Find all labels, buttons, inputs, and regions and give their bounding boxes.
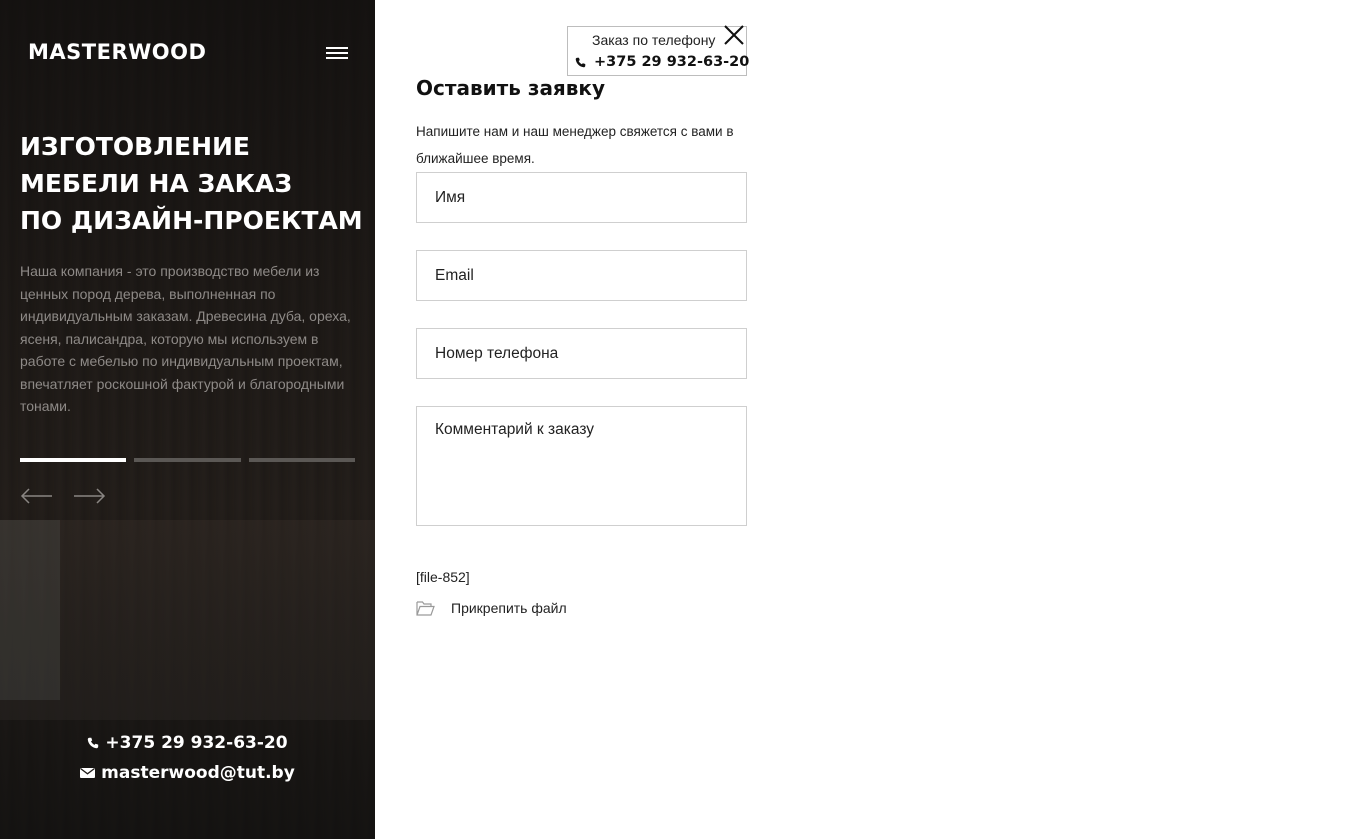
phone-icon — [88, 737, 99, 749]
logo[interactable]: MASTERWOOD — [28, 40, 206, 64]
contact-phone[interactable]: +375 29 932-63-20 — [0, 728, 375, 758]
background-image-accent — [0, 520, 60, 700]
slider-progress — [20, 458, 355, 462]
folder-open-icon — [416, 601, 435, 616]
phone-order-box: Заказ по телефону +375 29 932-63-20 — [567, 26, 749, 76]
envelope-icon — [80, 767, 96, 778]
hero-title-line: ПО ДИЗАЙН-ПРОЕКТАМ — [20, 206, 363, 235]
form-description: Напишите нам и наш менеджер свяжется с в… — [416, 124, 734, 166]
hero-title: ИЗГОТОВЛЕНИЕ МЕБЕЛИ НА ЗАКАЗ ПО ДИЗАЙН-П… — [20, 128, 365, 239]
slider-arrows — [20, 486, 106, 506]
slide-indicator[interactable] — [134, 458, 241, 462]
contact-email-text[interactable]: masterwood@tut.by — [101, 761, 295, 785]
hero-description: Наша компания - это производство мебели … — [20, 263, 351, 414]
email-field[interactable] — [416, 250, 747, 301]
contact-phone-text[interactable]: +375 29 932-63-20 — [105, 731, 287, 755]
phone-order-number[interactable]: +375 29 932-63-20 — [575, 54, 749, 70]
phone-icon — [575, 57, 586, 67]
contact-email[interactable]: masterwood@tut.by — [0, 758, 375, 788]
name-field[interactable] — [416, 172, 747, 223]
file-shortcode: [file-852] — [416, 569, 470, 585]
slide-indicator-active[interactable] — [20, 458, 127, 462]
hero-title-line: ИЗГОТОВЛЕНИЕ — [20, 132, 250, 161]
hero-title-line: МЕБЕЛИ НА ЗАКАЗ — [20, 169, 293, 198]
contacts: +375 29 932-63-20 masterwood@tut.by — [0, 728, 375, 788]
phone-order-number-text[interactable]: +375 29 932-63-20 — [594, 54, 749, 70]
menu-icon[interactable] — [326, 47, 348, 61]
phone-order-label: Заказ по телефону — [592, 32, 716, 48]
comment-field[interactable] — [416, 406, 747, 526]
phone-field[interactable] — [416, 328, 747, 379]
form-title: Оставить заявку — [416, 76, 606, 100]
slide-indicator[interactable] — [248, 458, 355, 462]
attach-file-button[interactable]: Прикрепить файл — [416, 600, 567, 616]
attach-file-label[interactable]: Прикрепить файл — [451, 600, 567, 616]
arrow-right-icon[interactable] — [72, 486, 106, 506]
hero-panel: MASTERWOOD ИЗГОТОВЛЕНИЕ МЕБЕЛИ НА ЗАКАЗ … — [0, 0, 375, 839]
close-icon[interactable] — [723, 24, 745, 46]
arrow-left-icon[interactable] — [20, 486, 54, 506]
